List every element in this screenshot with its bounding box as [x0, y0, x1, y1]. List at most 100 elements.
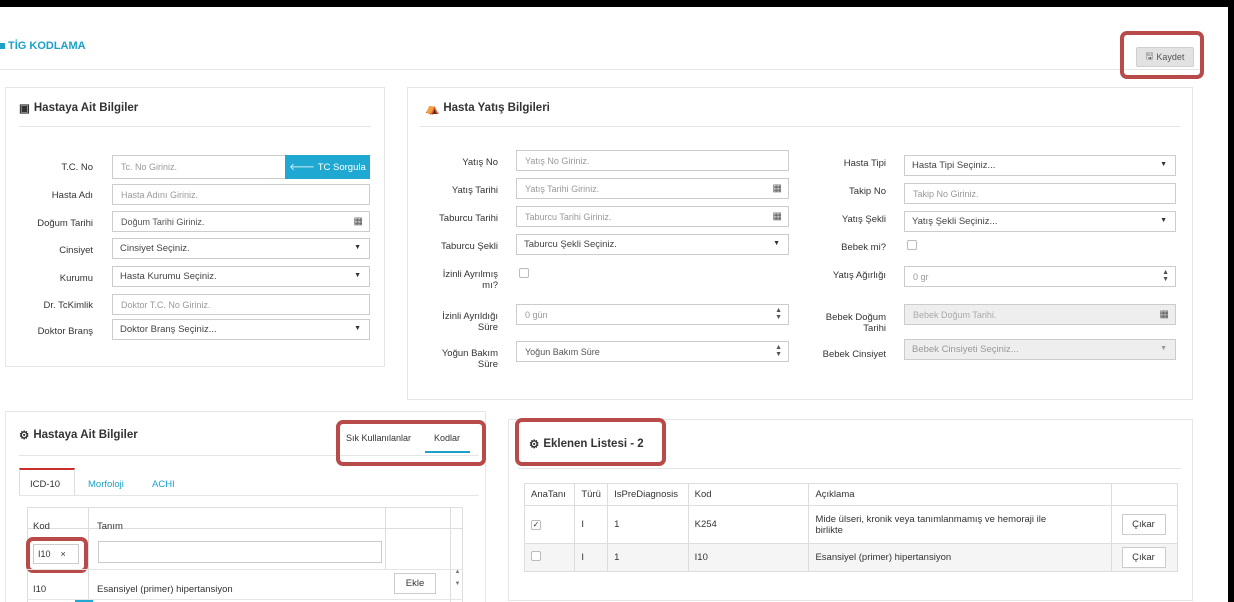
col-action — [1110, 483, 1178, 506]
birth-placeholder: Doğum Tarihi Giriniz. — [121, 216, 205, 227]
tc-input[interactable]: Tc. No Giriniz. — [112, 155, 286, 179]
follow-no-input[interactable]: Takip No Giriniz. — [904, 183, 1176, 204]
name-input[interactable]: Hasta Adını Giriniz. — [112, 184, 370, 205]
spinner-icon[interactable]: ▲ ▼ — [1162, 269, 1169, 283]
highlight-save — [1120, 31, 1204, 79]
yatis-date-placeholder: Yatış Tarihi Giriniz. — [525, 183, 600, 194]
grid-scrollbar[interactable]: ▲ ▼ — [453, 569, 462, 587]
patient-panel-title: ▣ Hastaya Ait Bilgiler — [19, 101, 138, 115]
calendar-icon[interactable]: ▦ — [773, 183, 782, 194]
page: TİG KODLAMA 🖫 Kaydet ▣ Hastaya Ait Bilgile… — [0, 7, 1228, 602]
admission-panel-title: ⛺ Hasta Yatış Bilgileri — [425, 101, 550, 115]
discharge-type-select[interactable]: Taburcu Şekli Seçiniz. ▼ — [516, 234, 789, 255]
added-table-header: AnaTanı Türü IsPreDiagnosis Kod Açıklama — [523, 483, 1178, 506]
institution-select[interactable]: Hasta Kurumu Seçiniz. ▼ — [112, 266, 370, 287]
patient-type-select[interactable]: Hasta Tipi Seçiniz... ▼ — [904, 155, 1176, 176]
grid-col-code: Kod — [33, 521, 50, 532]
highlight-toggle — [336, 420, 486, 466]
tab-icd10-label: ICD-10 — [30, 479, 61, 490]
codes-panel-title: ⚙ Hastaya Ait Bilgiler — [19, 428, 138, 442]
discharge-type-value: Taburcu Şekli Seçiniz. — [524, 239, 617, 250]
yatis-no-label: Yatış No — [462, 157, 498, 168]
desc-line2: birlikte — [815, 524, 843, 536]
remove-button[interactable]: Çıkar — [1121, 514, 1166, 535]
chevron-down-icon: ▼ — [354, 325, 361, 332]
yatis-date-input[interactable]: Yatış Tarihi Giriniz. ▦ — [516, 178, 789, 199]
chevron-down-icon: ▼ — [1160, 217, 1167, 224]
leave-label: İzinli Ayrılmış mı? — [420, 269, 498, 291]
added-table: AnaTanı Türü IsPreDiagnosis Kod Açıklama… — [523, 483, 1178, 572]
leave-dur-line1: İzinli Ayrıldığı — [442, 311, 498, 322]
leave-duration-input[interactable]: 0 gün ▲ ▼ — [516, 304, 789, 325]
baby-label: Bebek mi? — [841, 242, 886, 253]
calendar-icon[interactable]: ▦ — [354, 216, 363, 227]
type-cell: I — [574, 543, 609, 572]
icu-label: Yoğun Bakım Süre — [420, 348, 498, 370]
chevron-down-icon: ▼ — [773, 240, 780, 247]
tc-query-button[interactable]: 🡐 TC Sorgula — [285, 155, 370, 179]
baby-birth-input[interactable]: Bebek Doğum Tarihi. ▦ — [904, 304, 1176, 325]
branch-select[interactable]: Doktor Branş Seçiniz... ▼ — [112, 319, 370, 340]
baby-gender-select[interactable]: Bebek Cinsiyeti Seçiniz... ▼ — [904, 339, 1176, 360]
discharge-date-input[interactable]: Taburcu Tarihi Giriniz. ▦ — [516, 206, 789, 227]
codes-title-text: Hastaya Ait Bilgiler — [33, 429, 138, 441]
code-cell: K254 — [687, 505, 810, 544]
grid-row-divider — [27, 569, 463, 570]
chevron-down-icon: ▼ — [354, 244, 361, 251]
remove-button[interactable]: Çıkar — [1121, 547, 1166, 568]
calendar-icon[interactable]: ▦ — [1160, 309, 1169, 320]
bed-icon: ⛺ — [425, 103, 440, 115]
col-prediag: IsPreDiagnosis — [607, 483, 689, 506]
add-button[interactable]: Ekle — [394, 573, 436, 594]
leave-label-line2: mı? — [482, 280, 498, 291]
desc-line1: Mide ülseri, kronik veya tanımlanmamış v… — [815, 513, 1047, 525]
leave-label-line1: İzinli Ayrılmış — [442, 269, 498, 280]
yatis-date-label: Yatış Tarihi — [451, 185, 498, 196]
dr-tc-input[interactable]: Doktor T.C. No Giriniz. — [112, 294, 370, 315]
weight-input[interactable]: 0 gr ▲ ▼ — [904, 266, 1176, 287]
birth-input[interactable]: Doğum Tarihi Giriniz. ▦ — [112, 211, 370, 232]
patient-title-text: Hastaya Ait Bilgiler — [33, 102, 139, 114]
spinner-icon[interactable]: ▲ ▼ — [775, 344, 782, 358]
spinner-icon[interactable]: ▲ ▼ — [775, 307, 782, 321]
gender-select[interactable]: Cinsiyet Seçiniz. ▼ — [112, 238, 370, 259]
tab-icd10[interactable]: ICD-10 — [19, 468, 75, 496]
tab-achi[interactable]: ACHI — [152, 479, 175, 490]
admission-type-label: Yatış Şekli — [841, 214, 886, 225]
icu-label-line2: Süre — [477, 359, 498, 370]
highlight-added-title — [515, 418, 666, 466]
prediag-cell: 1 — [607, 505, 689, 544]
gender-label: Cinsiyet — [59, 245, 93, 256]
baby-birth-placeholder: Bebek Doğum Tarihi. — [913, 309, 997, 320]
tab-morfoloji[interactable]: Morfoloji — [88, 479, 124, 490]
table-row: ✓ I 1 K254 Mide ülseri, kronik veya tanı… — [523, 505, 1178, 544]
main-diag-checkbox[interactable] — [531, 551, 541, 561]
admission-type-select[interactable]: Yatış Şekli Seçiniz... ▼ — [904, 211, 1176, 232]
follow-no-label: Takip No — [849, 186, 886, 197]
institution-value: Hasta Kurumu Seçiniz. — [120, 271, 217, 282]
yatis-no-input[interactable]: Yatış No Giriniz. — [516, 150, 789, 171]
icu-input[interactable]: Yoğun Bakım Süre ▲ ▼ — [516, 341, 789, 362]
main-diag-checkbox-checked[interactable]: ✓ — [531, 520, 541, 530]
col-code: Kod — [687, 483, 810, 506]
arrow-left-icon: 🡐 — [289, 161, 315, 173]
desc-cell: Mide ülseri, kronik veya tanımlanmamış v… — [808, 505, 1112, 544]
discharge-type-label: Taburcu Şekli — [440, 241, 498, 252]
leave-checkbox[interactable] — [519, 268, 529, 278]
col-main-diag: AnaTanı — [523, 483, 576, 506]
action-cell: Çıkar — [1110, 543, 1178, 572]
leave-duration-value: 0 gün — [525, 309, 548, 320]
discharge-date-placeholder: Taburcu Tarihi Giriniz. — [525, 211, 612, 222]
desc-filter-input[interactable] — [98, 541, 382, 563]
weight-label: Yatış Ağırlığı — [832, 270, 886, 281]
baby-gender-value: Bebek Cinsiyeti Seçiniz... — [912, 344, 1019, 355]
grid-header — [27, 507, 463, 529]
calendar-icon[interactable]: ▦ — [773, 211, 782, 222]
page-title: TİG KODLAMA — [8, 40, 86, 52]
baby-checkbox[interactable] — [907, 240, 917, 250]
gear-icon: ⚙ — [19, 430, 30, 442]
leave-duration-label: İzinli Ayrıldığı Süre — [420, 311, 498, 333]
grid-row-code: I10 — [33, 584, 47, 595]
branch-value: Doktor Branş Seçiniz... — [120, 324, 217, 335]
icu-value: Yoğun Bakım Süre — [525, 346, 600, 357]
